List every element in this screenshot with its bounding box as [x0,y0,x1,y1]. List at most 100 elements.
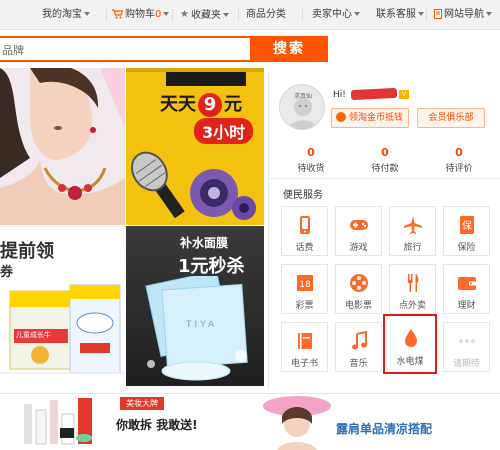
favorites-link[interactable]: ★ 收藏夹 [180,8,229,23]
chevron-down-icon [222,13,229,17]
top-nav-bar: 我的淘宝 购物车0 ★ 收藏夹 商品分类 卖家中心 联系客服 网站导航 [0,0,500,30]
nine-yuan-banner[interactable]: 天天 9 元 3小时 [126,68,264,225]
jewelry-model-image [0,68,125,225]
service-label: 水电煤 [396,357,424,367]
phone-icon [300,216,310,234]
book-icon [298,333,312,349]
chevron-down-icon [354,12,360,16]
service-tile-phone-bill[interactable]: 话费 [281,206,328,256]
water-drop-icon [405,329,417,347]
service-label: 电子书 [290,359,318,369]
service-tile-lottery[interactable]: 18 彩票 [281,264,328,314]
service-label: 保险 [457,243,476,253]
wallet-icon [458,277,476,290]
avatar[interactable]: 求真仙 [279,84,325,130]
service-tile-ebooks[interactable]: 电子书 [281,322,328,372]
chevron-down-icon [163,12,170,16]
service-label: 音乐 [349,359,368,369]
nav-divider [106,9,107,21]
stat-value: 0 [455,146,463,159]
stat-to-review[interactable]: 0 待评价 [429,146,489,174]
vip-badge-icon: V [399,90,409,99]
mask-subline: 1元秒杀 [178,256,245,277]
promo-tag: 美妆大牌 [120,397,164,410]
nav-divider [302,9,303,21]
service-tile-games[interactable]: 游戏 [335,206,382,256]
search-placeholder: 品牌 [2,44,24,57]
insurance-icon: 保 [460,216,474,234]
service-tile-insurance[interactable]: 保 保险 [443,206,490,256]
milk-box-label: 儿童成长牛 [14,330,53,340]
service-tile-finance[interactable]: 理财 [443,264,490,314]
plane-icon [404,216,422,234]
my-taobao-link[interactable]: 我的淘宝 [42,8,90,22]
redacted-username [350,87,398,101]
service-tile-travel[interactable]: 旅行 [389,206,436,256]
promo-right-text: 露肩单品清凉搭配 [336,422,433,436]
chevron-down-icon [418,12,424,16]
nav-divider [426,9,427,21]
customer-service-link[interactable]: 联系客服 [376,8,424,22]
more-dots-icon [459,339,475,343]
nav-divider [238,9,239,21]
coin-icon [336,111,346,122]
svg-text:18: 18 [299,280,311,290]
service-label: 请期待 [452,359,480,369]
jewelry-banner[interactable] [0,68,125,225]
user-panel: 求真仙 Hi! V 领淘金币抵钱 会员俱乐部 0 待收货 0 待付款 0 待评价… [268,72,500,390]
user-avatar-icon [287,98,319,129]
service-label: 彩票 [295,301,314,311]
promo-strip[interactable]: 美妆大牌 你敢拆 我敢送! 露肩单品清凉搭配 [0,393,500,450]
promo-text: 你敢拆 我敢送! [116,418,198,432]
stat-label: 待收货 [297,164,325,174]
cosmetics-image [24,398,92,445]
section-title: 便民服务 [283,190,323,201]
chevron-down-icon [486,12,492,16]
service-label: 游戏 [349,243,368,253]
fork-knife-icon [408,274,419,292]
star-icon: ★ [180,9,189,20]
greeting: Hi! [333,90,346,100]
club-button[interactable]: 会员俱乐部 [417,108,485,128]
mask-product-image [145,276,248,381]
site-nav-link[interactable]: 网站导航 [434,8,492,22]
site-map-icon [434,9,442,19]
music-note-icon [352,331,367,350]
stat-value: 0 [381,146,389,159]
banner-subline: 3小时 [194,118,254,144]
gamepad-icon [350,220,368,230]
stat-label: 待评价 [445,164,473,174]
service-tile-movie-tickets[interactable]: 电影票 [335,264,382,314]
svg-text:保: 保 [462,219,472,232]
nav-divider [172,9,173,21]
stat-value: 0 [307,146,315,159]
panel-divider [269,178,500,179]
stat-to-pay[interactable]: 0 待付款 [355,146,415,174]
cart-count: 0 [155,9,162,20]
seller-center-link[interactable]: 卖家中心 [312,8,360,22]
service-label: 点外卖 [398,301,426,311]
cart-link[interactable]: 购物车0 [112,8,170,22]
film-reel-icon [350,274,368,292]
mask-headline: 补水面膜 [180,236,229,250]
service-tile-coming-soon: 请期待 [443,322,490,372]
search-button[interactable]: 搜索 [250,36,328,62]
lottery-icon: 18 [297,275,313,291]
coupon-headline: 提前领 [0,241,54,262]
service-label: 话费 [295,243,314,253]
milk-coupon-banner[interactable]: 提前领 券 儿童成长牛 [0,226,125,386]
mask-brand: TIYA [186,320,218,330]
service-tile-takeout[interactable]: 点外卖 [389,264,436,314]
service-tile-music[interactable]: 音乐 [335,322,382,372]
service-tile-utilities[interactable]: 水电煤 [383,314,437,374]
coins-button[interactable]: 领淘金币抵钱 [331,108,409,128]
chevron-down-icon [84,12,90,16]
stat-to-receive[interactable]: 0 待收货 [281,146,341,174]
cart-icon [112,9,123,19]
categories-link[interactable]: 商品分类 [246,8,286,22]
banner-headline: 天天 9 元 [160,93,242,117]
service-label: 旅行 [403,243,422,253]
facial-mask-banner[interactable]: 补水面膜 1元秒杀 TIYA [126,226,264,386]
stat-label: 待付款 [371,164,399,174]
model-hat-image [263,396,331,450]
